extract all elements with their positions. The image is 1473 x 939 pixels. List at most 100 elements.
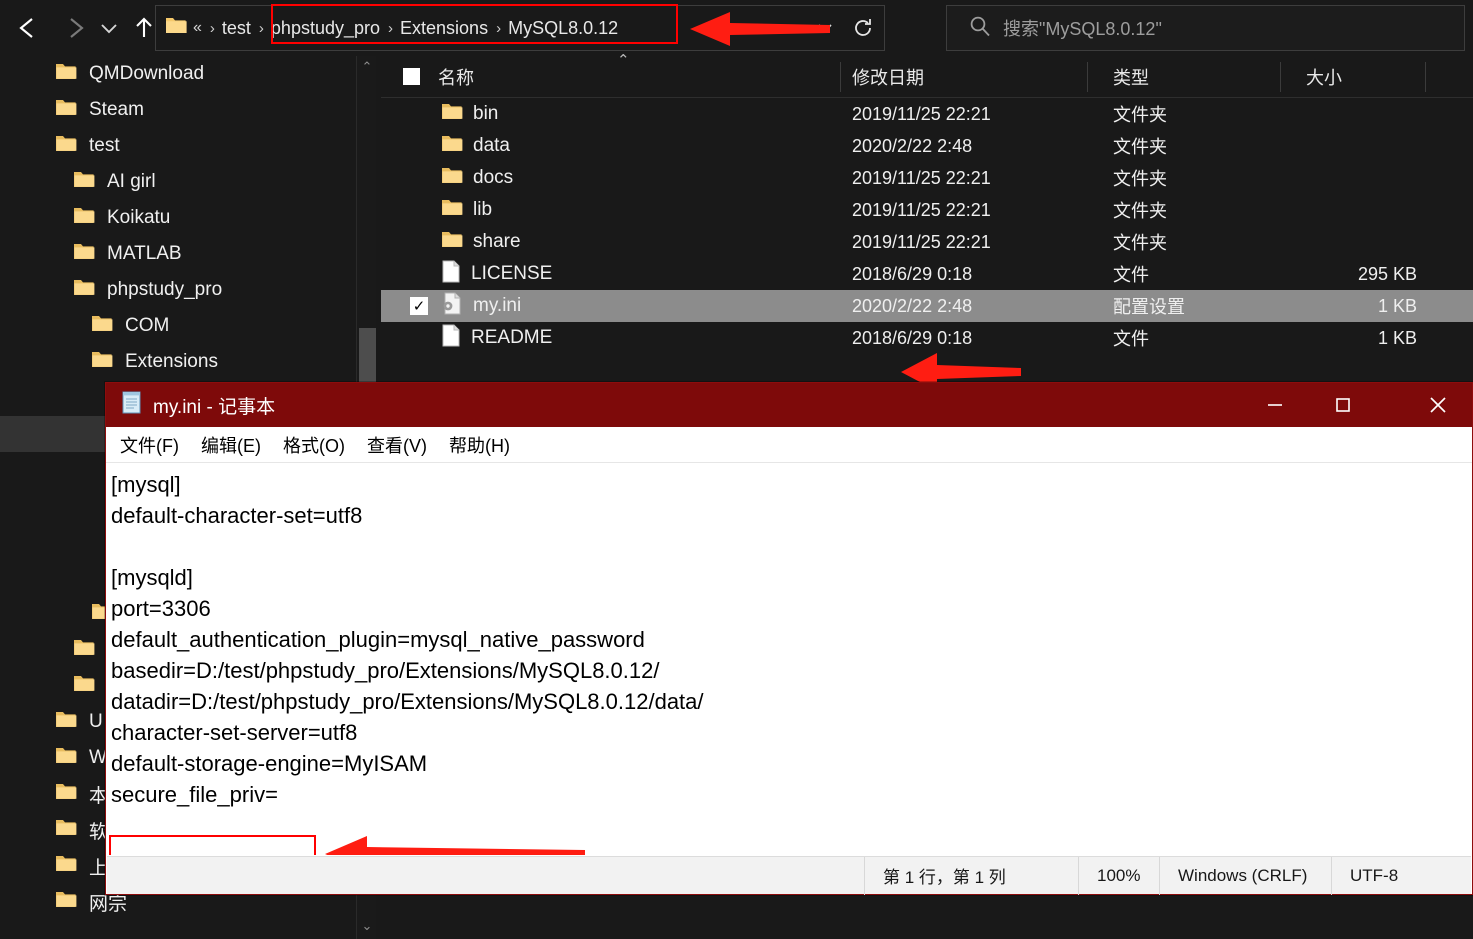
search-box[interactable]: 搜索"MySQL8.0.12" bbox=[946, 5, 1465, 51]
file-size-cell bbox=[1217, 194, 1417, 226]
sidebar-item-label: MATLAB bbox=[107, 243, 182, 264]
folder-icon bbox=[92, 315, 113, 331]
column-header-size[interactable]: 大小 bbox=[1306, 56, 1342, 98]
menu-item-view[interactable]: 查看(V) bbox=[367, 432, 427, 458]
folder-icon bbox=[55, 62, 77, 87]
file-date-cell: 2019/11/25 22:21 bbox=[852, 199, 991, 220]
file-name-cell[interactable]: bin bbox=[441, 98, 498, 130]
file-name-cell[interactable]: data bbox=[441, 130, 510, 162]
folder-icon bbox=[74, 207, 95, 223]
column-header-type[interactable]: 类型 bbox=[1113, 56, 1149, 98]
sidebar-item[interactable]: QMDownload bbox=[0, 56, 355, 92]
file-date-cell: 2019/11/25 22:21 bbox=[852, 167, 991, 188]
file-row[interactable]: lib 2019/11/25 22:21 文件夹 bbox=[381, 194, 1473, 226]
sidebar-item[interactable]: Extensions bbox=[0, 344, 355, 380]
sort-ascending-icon: ⌃ bbox=[617, 52, 630, 69]
file-row[interactable]: README 2018/6/29 0:18 文件 1 KB bbox=[381, 322, 1473, 354]
scroll-up-button[interactable]: ⌃ bbox=[357, 56, 377, 78]
column-header-name[interactable]: 名称 bbox=[438, 56, 474, 98]
file-row[interactable]: docs 2019/11/25 22:21 文件夹 bbox=[381, 162, 1473, 194]
folder-icon bbox=[441, 102, 463, 127]
column-header-date[interactable]: 修改日期 bbox=[852, 56, 924, 98]
maximize-button[interactable] bbox=[1309, 383, 1377, 427]
sidebar-item[interactable]: COM bbox=[0, 308, 355, 344]
file-name-cell[interactable]: share bbox=[441, 226, 521, 258]
breadcrumb-separator: › bbox=[209, 19, 215, 37]
folder-icon bbox=[74, 639, 95, 655]
recent-locations-button[interactable] bbox=[92, 6, 126, 50]
file-row[interactable]: bin 2019/11/25 22:21 文件夹 bbox=[381, 98, 1473, 130]
folder-icon bbox=[55, 890, 77, 915]
breadcrumb-separator: › bbox=[258, 19, 264, 37]
file-name-cell[interactable]: my.ini bbox=[441, 290, 521, 322]
folder-icon bbox=[73, 206, 95, 231]
breadcrumb-item-test[interactable]: test bbox=[220, 16, 253, 41]
select-all-checkbox[interactable] bbox=[403, 68, 420, 85]
search-input[interactable]: 搜索"MySQL8.0.12" bbox=[1003, 15, 1162, 41]
sidebar-item[interactable]: test bbox=[0, 128, 355, 164]
file-name-cell[interactable]: docs bbox=[441, 162, 513, 194]
file-row[interactable]: share 2019/11/25 22:21 文件夹 bbox=[381, 226, 1473, 258]
scrollbar-thumb[interactable] bbox=[359, 328, 376, 383]
file-icon bbox=[441, 324, 461, 353]
menu-item-help[interactable]: 帮助(H) bbox=[449, 432, 510, 458]
file-date-cell: 2020/2/22 2:48 bbox=[852, 295, 973, 316]
column-headers: 名称 ⌃ 修改日期 类型 大小 bbox=[381, 52, 1473, 98]
notepad-text-area[interactable]: [mysql] default-character-set=utf8 [mysql… bbox=[107, 463, 1471, 855]
sidebar-item[interactable]: phpstudy_pro bbox=[0, 272, 355, 308]
breadcrumb-item-phpstudy-pro[interactable]: phpstudy_pro bbox=[269, 16, 382, 41]
forward-button[interactable] bbox=[53, 6, 97, 50]
folder-icon bbox=[74, 675, 95, 691]
folder-icon bbox=[74, 243, 95, 259]
file-type-cell: 配置设置 bbox=[1113, 297, 1185, 317]
breadcrumb-overflow[interactable]: « bbox=[191, 17, 204, 39]
sidebar-item-label: Koikatu bbox=[107, 207, 171, 228]
file-row[interactable]: LICENSE 2018/6/29 0:18 文件 295 KB bbox=[381, 258, 1473, 290]
notepad-line: port=3306 bbox=[111, 596, 211, 621]
notepad-titlebar[interactable]: my.ini - 记事本 bbox=[106, 383, 1472, 427]
folder-icon bbox=[55, 782, 77, 807]
minimize-button[interactable] bbox=[1241, 383, 1309, 427]
folder-icon bbox=[165, 16, 187, 40]
search-icon bbox=[969, 15, 991, 42]
notepad-line: [mysql] bbox=[111, 472, 181, 497]
menu-item-file[interactable]: 文件(F) bbox=[120, 432, 179, 458]
file-name-label: lib bbox=[473, 199, 493, 220]
scroll-down-button[interactable]: ⌄ bbox=[357, 915, 377, 937]
close-button[interactable] bbox=[1404, 383, 1472, 427]
notepad-text-lines: [mysql] default-character-set=utf8 [mysql… bbox=[111, 469, 1471, 810]
file-name-label: bin bbox=[473, 103, 499, 124]
menu-item-format[interactable]: 格式(O) bbox=[283, 432, 345, 458]
file-name-cell[interactable]: README bbox=[441, 322, 552, 354]
back-button[interactable] bbox=[6, 6, 50, 50]
sidebar-item[interactable]: AI girl bbox=[0, 164, 355, 200]
notepad-line: [mysqld] bbox=[111, 565, 193, 590]
file-date-cell: 2018/6/29 0:18 bbox=[852, 327, 973, 348]
annotation-box-secure-file-priv bbox=[109, 835, 316, 855]
annotation-arrow-secure-file-priv bbox=[325, 836, 585, 855]
file-name-cell[interactable]: LICENSE bbox=[441, 258, 552, 290]
folder-icon bbox=[56, 711, 77, 727]
file-date-cell: 2018/6/29 0:18 bbox=[852, 263, 973, 284]
folder-icon bbox=[55, 818, 77, 843]
file-row[interactable]: my.ini 2020/2/22 2:48 配置设置 1 KB bbox=[381, 290, 1473, 322]
file-name-cell[interactable]: lib bbox=[441, 194, 492, 226]
file-size-cell bbox=[1217, 130, 1417, 162]
file-type-cell: 文件夹 bbox=[1113, 169, 1167, 189]
breadcrumb-item-mysql[interactable]: MySQL8.0.12 bbox=[506, 16, 620, 41]
sidebar-item[interactable]: Steam bbox=[0, 92, 355, 128]
breadcrumb-item-extensions[interactable]: Extensions bbox=[398, 16, 490, 41]
row-checkbox[interactable] bbox=[410, 297, 428, 315]
folder-icon bbox=[442, 199, 463, 215]
file-row[interactable]: data 2020/2/22 2:48 文件夹 bbox=[381, 130, 1473, 162]
menu-item-edit[interactable]: 编辑(E) bbox=[201, 432, 261, 458]
sidebar-item[interactable]: Koikatu bbox=[0, 200, 355, 236]
notepad-line: default-storage-engine=MyISAM bbox=[111, 751, 428, 776]
chevron-down-icon bbox=[101, 24, 117, 34]
sidebar-item[interactable]: MATLAB bbox=[0, 236, 355, 272]
file-icon bbox=[442, 324, 460, 346]
notepad-line: default_authentication_plugin=mysql_nati… bbox=[111, 627, 645, 652]
breadcrumb-separator: › bbox=[496, 19, 502, 37]
refresh-button[interactable] bbox=[844, 6, 882, 50]
folder-icon bbox=[55, 854, 77, 879]
